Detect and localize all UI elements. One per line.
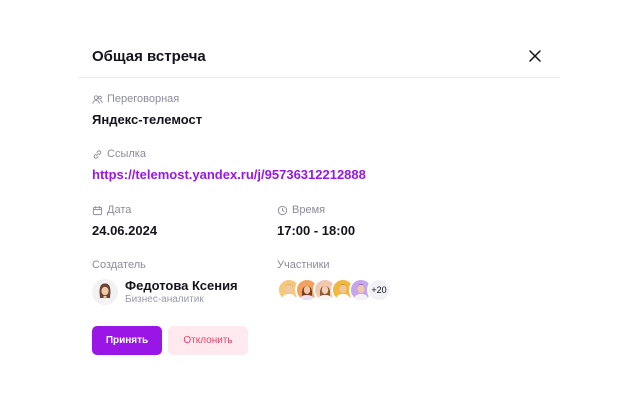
dialog-header: Общая встреча: [78, 42, 560, 78]
people-icon: [92, 94, 103, 104]
close-icon: [529, 50, 541, 62]
creator-avatar[interactable]: [92, 279, 118, 305]
creator-name: Федотова Ксения: [125, 278, 238, 293]
room-label-text: Переговорная: [107, 93, 180, 105]
more-participants-badge[interactable]: +20: [367, 278, 391, 302]
clock-icon: [277, 205, 288, 215]
time-label: Время: [277, 203, 325, 217]
link-label-text: Ссылка: [107, 148, 146, 160]
time-value: 17:00 - 18:00: [277, 223, 356, 238]
date-label-text: Дата: [107, 204, 132, 216]
meeting-dialog: Общая встреча Переговорная Яндекс-телемо…: [78, 0, 560, 400]
meeting-link[interactable]: https://telemost.yandex.ru/j/95736312212…: [92, 167, 366, 182]
calendar-icon: [92, 205, 103, 215]
room-value: Яндекс-телемост: [92, 112, 203, 127]
creator-label: Создатель: [92, 258, 146, 272]
participants-label-text: Участники: [277, 259, 330, 271]
close-button[interactable]: [527, 48, 543, 64]
date-value: 24.06.2024: [92, 223, 158, 238]
creator-label-text: Создатель: [92, 259, 146, 271]
creator-role: Бизнес-аналитик: [125, 294, 204, 305]
room-label: Переговорная: [92, 92, 179, 106]
decline-button[interactable]: Отклонить: [168, 326, 248, 355]
participants-label: Участники: [277, 258, 330, 272]
participants-avatars[interactable]: +20: [277, 277, 391, 303]
date-label: Дата: [92, 203, 131, 217]
accept-button[interactable]: Принять: [92, 326, 162, 355]
time-label-text: Время: [292, 204, 326, 216]
link-icon: [93, 149, 102, 159]
link-label: Ссылка: [92, 147, 146, 161]
dialog-title: Общая встреча: [92, 48, 206, 65]
